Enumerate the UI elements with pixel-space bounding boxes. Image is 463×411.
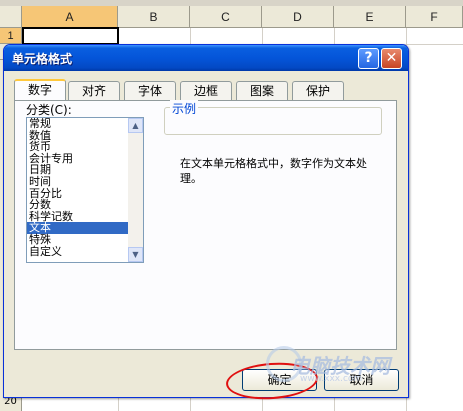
format-cells-dialog: 单元格格式 ? ✕ 数字 对齐 字体 边框 图案 保护 分类(C): 常规 数值… xyxy=(3,44,409,403)
column-headers: A B C D E F xyxy=(0,6,463,28)
row-header-1[interactable]: 1 xyxy=(0,28,22,44)
category-item-general[interactable]: 常规 xyxy=(27,118,143,130)
column-header-e[interactable]: E xyxy=(334,6,406,28)
category-item-time[interactable]: 时间 xyxy=(27,176,143,188)
column-header-f[interactable]: F xyxy=(406,6,463,28)
tab-pattern[interactable]: 图案 xyxy=(236,81,288,101)
column-header-b[interactable]: B xyxy=(118,6,190,28)
category-listbox[interactable]: 常规 数值 货币 会计专用 日期 时间 百分比 分数 科学记数 文本 特殊 自定… xyxy=(26,117,144,263)
select-all-corner[interactable] xyxy=(0,6,22,28)
category-scrollbar[interactable]: ▲ ▼ xyxy=(128,118,143,262)
dialog-title: 单元格格式 xyxy=(12,52,73,66)
tab-alignment[interactable]: 对齐 xyxy=(68,81,120,101)
close-button[interactable]: ✕ xyxy=(381,48,402,69)
category-item-special[interactable]: 特殊 xyxy=(27,234,143,246)
sample-label: 示例 xyxy=(170,100,199,117)
row-header-20[interactable]: 20 xyxy=(0,396,22,411)
dialog-title-bar[interactable]: 单元格格式 ? ✕ xyxy=(4,45,408,71)
selected-cell-a1[interactable] xyxy=(22,27,119,45)
category-item-custom[interactable]: 自定义 xyxy=(27,245,143,258)
tab-number[interactable]: 数字 xyxy=(14,79,66,102)
tab-font[interactable]: 字体 xyxy=(124,81,176,101)
scroll-down-icon[interactable]: ▼ xyxy=(128,247,143,262)
watermark-url: www.xxx.com xyxy=(300,374,363,384)
tab-border[interactable]: 边框 xyxy=(180,81,232,101)
category-label: 分类(C): xyxy=(26,103,72,117)
column-header-c[interactable]: C xyxy=(190,6,262,28)
scroll-up-icon[interactable]: ▲ xyxy=(128,118,143,133)
help-button[interactable]: ? xyxy=(358,48,379,69)
column-header-a[interactable]: A xyxy=(22,6,118,28)
tab-protection[interactable]: 保护 xyxy=(292,81,344,101)
format-description: 在文本单元格格式中，数字作为文本处理。 xyxy=(180,157,367,185)
category-item-fraction[interactable]: 分数 xyxy=(27,199,143,211)
column-header-d[interactable]: D xyxy=(262,6,334,28)
